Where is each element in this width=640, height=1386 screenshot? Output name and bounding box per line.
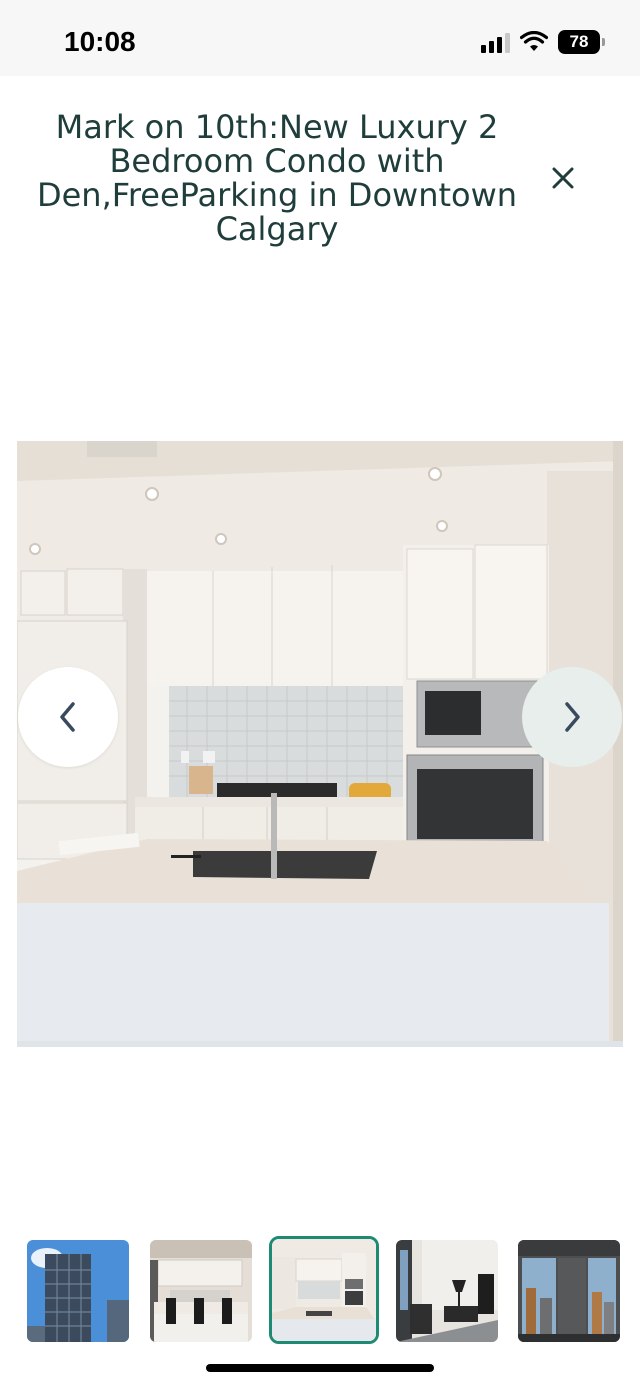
status-bar: 10:08 78 [0, 0, 640, 76]
home-indicator [206, 1364, 434, 1372]
thumbnail-strip [0, 1236, 640, 1344]
thumbnail-kitchen[interactable] [269, 1236, 379, 1344]
chevron-right-icon [565, 702, 580, 732]
battery-icon: 78 [558, 30, 605, 54]
thumbnail-window-view[interactable] [518, 1240, 620, 1342]
battery-level: 78 [569, 32, 589, 51]
wifi-icon [520, 31, 548, 51]
photo-gallery-screen: 10:08 78 Mark on 10th:New Luxury 2 Bedro… [0, 0, 640, 1386]
next-photo-button[interactable] [522, 667, 622, 767]
status-time: 10:08 [64, 26, 136, 57]
close-icon [552, 167, 574, 189]
chevron-left-icon [60, 702, 75, 732]
close-button[interactable] [540, 158, 586, 198]
thumbnail-bedroom[interactable] [396, 1240, 498, 1342]
thumbnail-kitchen-island[interactable] [150, 1240, 252, 1342]
listing-title: Mark on 10th:New Luxury 2 Bedroom Condo … [36, 108, 518, 248]
signal-icon [481, 31, 510, 53]
previous-photo-button[interactable] [18, 667, 118, 767]
status-icons: 78 [481, 30, 605, 54]
thumbnail-building-exterior[interactable] [27, 1240, 129, 1342]
